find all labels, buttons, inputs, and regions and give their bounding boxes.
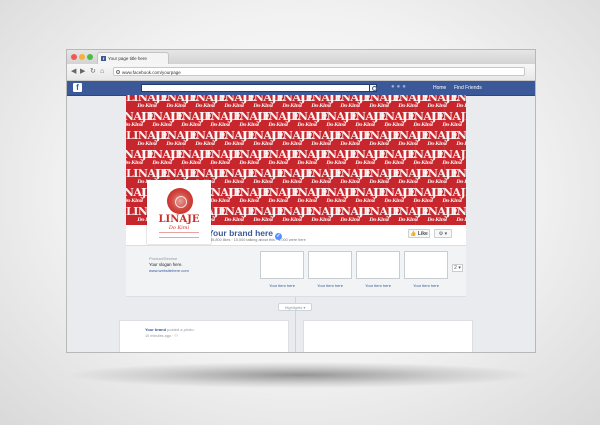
item-thumbnail[interactable] [356, 251, 400, 279]
address-bar[interactable]: www.facebook.com/yourpage [113, 67, 525, 76]
close-window-button[interactable] [71, 54, 77, 60]
browser-window: f Your page title here ◀ ▶ ↻ ⌂ www.faceb… [66, 49, 536, 353]
facebook-top-bar: f ●●● Home Find Friends [67, 81, 535, 96]
item-caption[interactable]: Your item here [356, 283, 400, 288]
page-slogan: Your slogan here. [149, 262, 183, 267]
back-arrow-icon[interactable]: ◀ [71, 67, 76, 76]
post-header: Your brand posted a photo. [145, 327, 195, 332]
profile-logo-rule [159, 232, 199, 238]
address-url: www.facebook.com/yourpage [122, 70, 181, 75]
timeline-post: Your brand posted a photo. 10 minutes ag… [119, 320, 289, 352]
notifications-icon[interactable]: ● [402, 84, 408, 90]
page-name-text: Your brand here [208, 228, 274, 238]
screen-shadow [70, 362, 530, 388]
page-stats: 135,800 likes · 10,000 talking about thi… [208, 238, 306, 242]
find-friends-link[interactable]: Find Friends [454, 84, 482, 92]
cover-logo-subtext: Do Kimi [456, 141, 466, 147]
item-caption[interactable]: Your item here [260, 283, 304, 288]
post-author-link[interactable]: Your brand [145, 327, 166, 332]
browser-tab[interactable]: f Your page title here [97, 52, 169, 64]
timeline-post-empty [303, 320, 473, 352]
cover-logo-subtext: Do Kimi [456, 103, 466, 109]
cover-logo-subtext: Do Kimi [456, 179, 466, 185]
tab-bar: f Your page title here [67, 50, 535, 64]
post-action: posted a photo. [167, 327, 195, 332]
page-category: Product/Service [149, 256, 178, 261]
facebook-logo-icon[interactable]: f [73, 83, 82, 92]
cover-logo-tile: LINAJEDo Kimi [445, 95, 466, 109]
cover-logo-subtext: Do Kimi [456, 217, 466, 223]
highlights-dropdown[interactable]: Highlights ▾ [278, 303, 312, 311]
about-section: Product/Service Your slogan here. www.we… [126, 246, 466, 297]
like-label: Like [417, 231, 428, 237]
home-icon[interactable]: ⌂ [100, 67, 104, 76]
cover-logo-subtext: Do Kimi [442, 122, 462, 128]
post-timestamp[interactable]: 10 minutes ago · ⚇ [145, 333, 178, 338]
page-options-button[interactable]: ⚙ ▾ [434, 229, 452, 238]
item-caption[interactable]: Your item here [308, 283, 352, 288]
cover-logo-tile: LINAJEDo Kimi [445, 130, 466, 147]
profile-picture[interactable]: LINAJE Do Kimi [147, 180, 211, 244]
facebook-search-input[interactable] [141, 84, 373, 92]
cover-logo-tile: LINAJEDo Kimi [431, 187, 466, 204]
profile-logo-text: LINAJE [158, 214, 200, 225]
tab-title: Your page title here [108, 56, 147, 61]
item-thumbnail[interactable] [260, 251, 304, 279]
jewel-icons: ●●● [391, 84, 408, 90]
cover-logo-tile: LINAJEDo Kimi [431, 149, 466, 166]
maximize-window-button[interactable] [87, 54, 93, 60]
thumbs-up-icon: 👍 [410, 231, 417, 237]
cover-logo-tile: LINAJEDo Kimi [445, 168, 466, 185]
search-icon[interactable] [369, 84, 377, 92]
cover-logo-tile: LINAJEDo Kimi [445, 206, 466, 223]
item-thumbnail[interactable] [308, 251, 352, 279]
item-thumbnail[interactable] [404, 251, 448, 279]
forward-arrow-icon[interactable]: ▶ [80, 67, 85, 76]
like-button[interactable]: 👍 Like [408, 229, 430, 238]
website-link[interactable]: www.websitehere.com [149, 268, 189, 273]
items-dropdown-button[interactable]: 2 ▾ [452, 264, 463, 272]
cover-logo-tile: LINAJEDo Kimi [431, 111, 466, 128]
browser-toolbar: ◀ ▶ ↻ ⌂ www.facebook.com/yourpage [67, 64, 535, 81]
item-caption[interactable]: Your item here [404, 283, 448, 288]
minimize-window-button[interactable] [79, 54, 85, 60]
cover-logo-subtext: Do Kimi [442, 198, 462, 204]
home-link[interactable]: Home [433, 84, 446, 92]
cover-logo-subtext: Do Kimi [442, 160, 462, 166]
brand-seal-icon [167, 188, 193, 214]
profile-logo-subtext: Do Kimi [168, 225, 190, 231]
reload-icon[interactable]: ↻ [90, 67, 96, 76]
globe-icon [116, 70, 120, 74]
facebook-favicon-icon: f [101, 56, 106, 61]
